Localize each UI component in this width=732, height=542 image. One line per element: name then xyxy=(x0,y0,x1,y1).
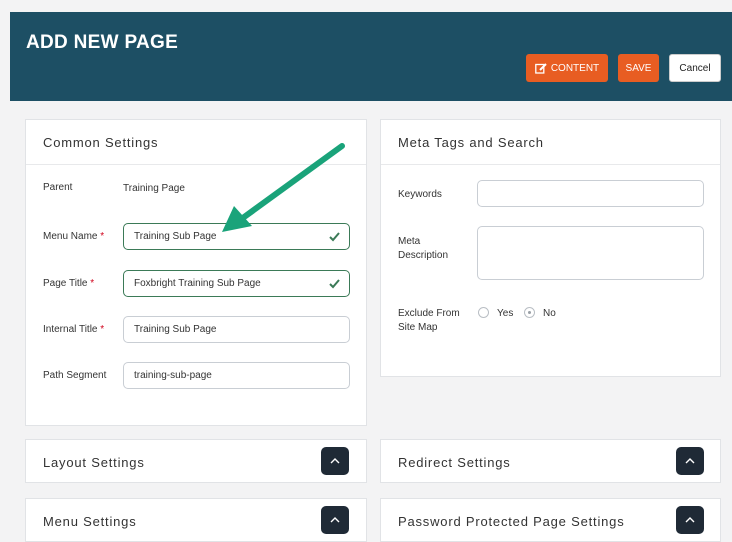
meta-tags-title: Meta Tags and Search xyxy=(398,135,544,150)
content-button-label: CONTENT xyxy=(550,62,600,74)
layout-settings-title: Layout Settings xyxy=(43,455,145,470)
exclude-sitemap-label: Exclude From Site Map xyxy=(398,307,460,335)
keywords-input[interactable] xyxy=(477,180,704,207)
menu-name-label: Menu Name * xyxy=(43,230,104,244)
redirect-settings-section[interactable]: Redirect Settings xyxy=(380,439,721,483)
meta-description-textarea[interactable] xyxy=(477,226,704,280)
parent-label: Parent xyxy=(43,182,73,193)
annotation-arrow-icon xyxy=(222,143,345,232)
chevron-up-icon xyxy=(330,517,340,523)
chevron-up-icon xyxy=(685,458,695,464)
internal-title-label: Internal Title * xyxy=(43,323,104,337)
keywords-label: Keywords xyxy=(398,189,442,200)
menu-settings-toggle[interactable] xyxy=(321,506,349,534)
exclude-no-radio[interactable] xyxy=(524,307,535,318)
redirect-settings-title: Redirect Settings xyxy=(398,455,511,470)
page-title-field[interactable]: Foxbright Training Sub Page xyxy=(123,270,350,297)
exclude-no-label[interactable]: No xyxy=(543,308,556,319)
internal-title-value: Training Sub Page xyxy=(134,324,217,335)
password-settings-title: Password Protected Page Settings xyxy=(398,514,625,529)
page-title-label: Page Title * xyxy=(43,277,94,291)
internal-title-field[interactable]: Training Sub Page xyxy=(123,316,350,343)
meta-tags-header: Meta Tags and Search xyxy=(381,120,720,165)
exclude-yes-radio[interactable] xyxy=(478,307,489,318)
content-button[interactable]: CONTENT xyxy=(526,54,608,82)
meta-description-label-line1: Meta xyxy=(398,236,421,247)
password-settings-section[interactable]: Password Protected Page Settings xyxy=(380,498,721,542)
page-title-label-text: Page Title xyxy=(43,278,88,289)
menu-settings-section[interactable]: Menu Settings xyxy=(25,498,367,542)
exclude-sitemap-label-line1: Exclude From xyxy=(398,308,460,319)
layout-settings-section[interactable]: Layout Settings xyxy=(25,439,367,483)
exclude-sitemap-label-line2: Site Map xyxy=(398,322,438,333)
page-header: ADD NEW PAGE CONTENT SAVE Cancel xyxy=(10,0,732,101)
required-mark: * xyxy=(100,324,105,335)
chevron-up-icon xyxy=(330,458,340,464)
path-segment-field[interactable]: training-sub-page xyxy=(123,362,350,389)
menu-name-label-text: Menu Name xyxy=(43,231,98,242)
menu-name-value: Training Sub Page xyxy=(134,231,217,242)
internal-title-label-text: Internal Title xyxy=(43,324,98,335)
parent-value: Training Page xyxy=(123,183,185,194)
menu-settings-title: Menu Settings xyxy=(43,514,137,529)
edit-icon xyxy=(534,62,547,74)
cancel-button[interactable]: Cancel xyxy=(669,54,721,82)
check-icon xyxy=(329,279,340,289)
exclude-yes-label[interactable]: Yes xyxy=(497,308,513,319)
page-title: ADD NEW PAGE xyxy=(26,32,179,53)
path-segment-label: Path Segment xyxy=(43,370,107,381)
page-title-value: Foxbright Training Sub Page xyxy=(134,278,261,289)
meta-description-label: Meta Description xyxy=(398,235,448,263)
redirect-settings-toggle[interactable] xyxy=(676,447,704,475)
common-settings-title: Common Settings xyxy=(43,135,159,150)
meta-tags-panel: Meta Tags and Search Keywords Meta Descr… xyxy=(380,119,721,377)
chevron-up-icon xyxy=(685,517,695,523)
meta-description-label-line2: Description xyxy=(398,250,449,261)
required-mark: * xyxy=(100,231,105,242)
path-segment-value: training-sub-page xyxy=(134,370,212,381)
required-mark: * xyxy=(90,278,95,289)
password-settings-toggle[interactable] xyxy=(676,506,704,534)
save-button[interactable]: SAVE xyxy=(618,54,659,82)
layout-settings-toggle[interactable] xyxy=(321,447,349,475)
